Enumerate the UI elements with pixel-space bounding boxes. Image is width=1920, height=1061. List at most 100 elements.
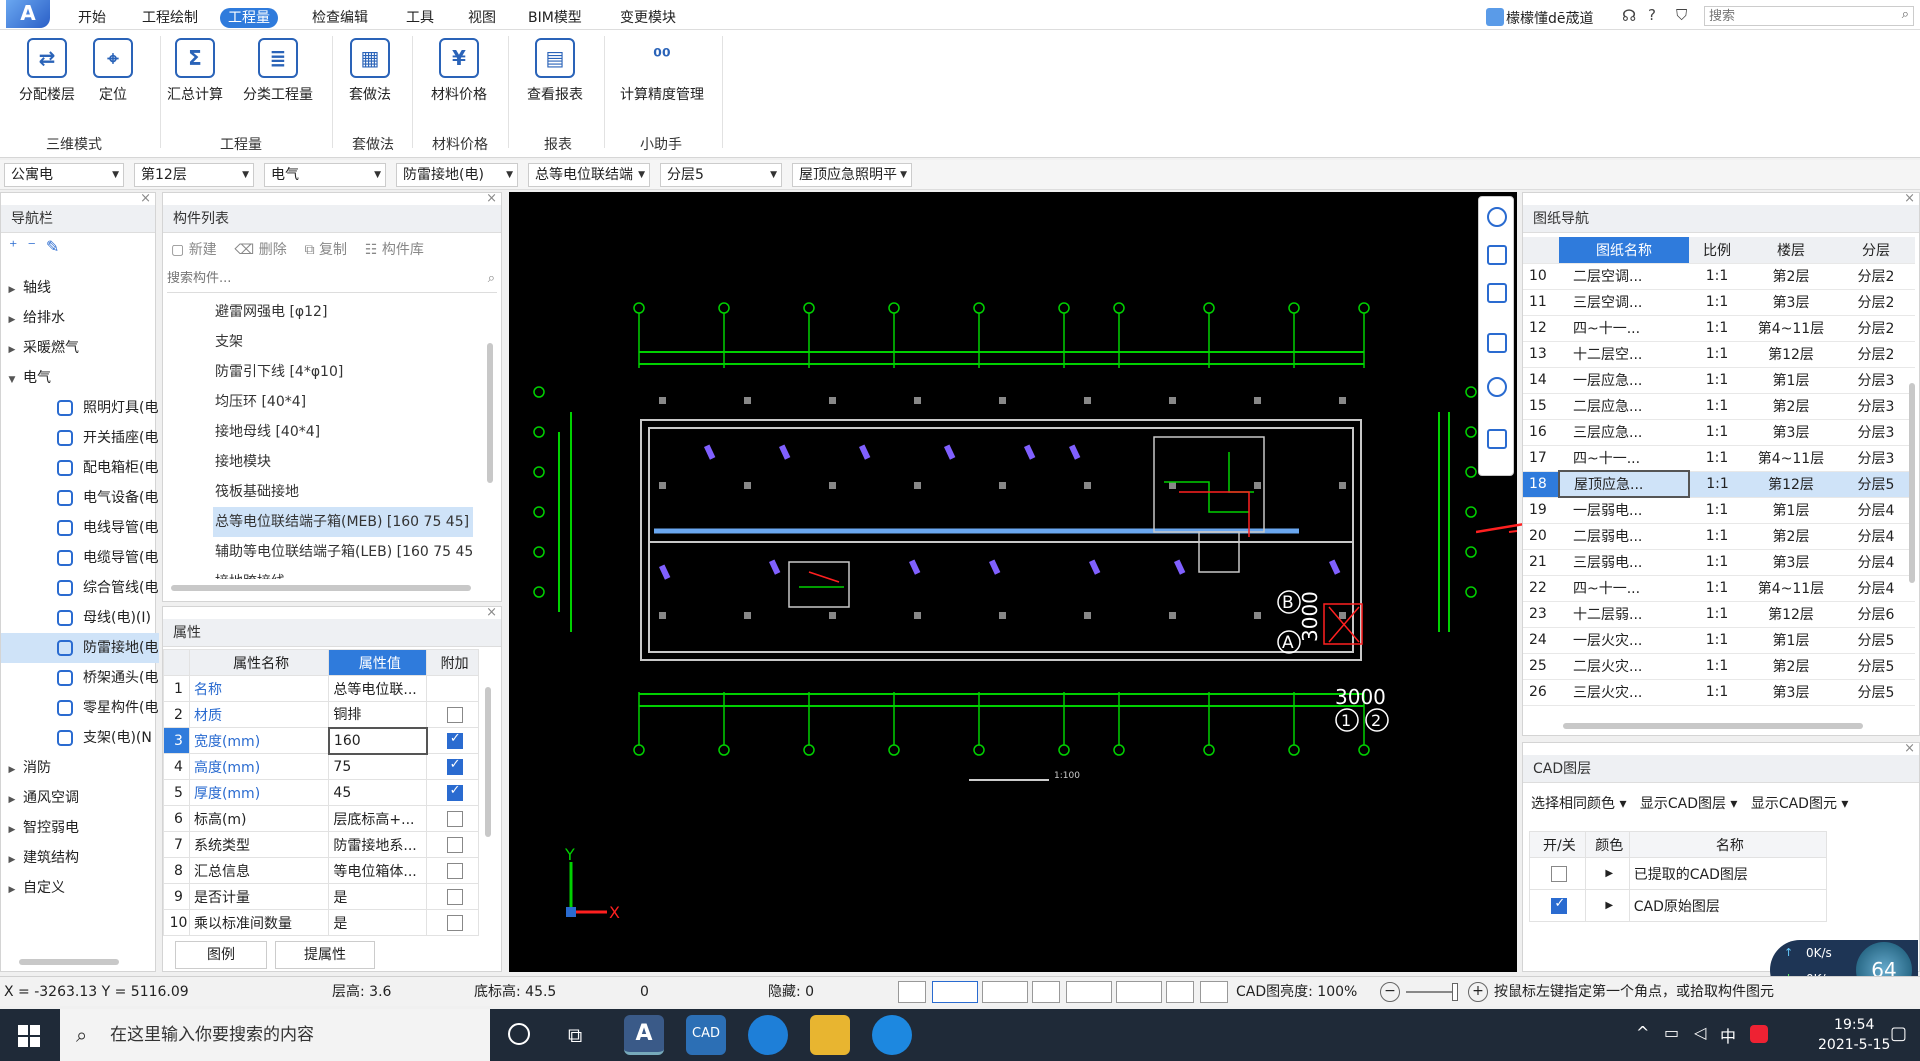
property-row[interactable]: 2 材质 铜排	[163, 701, 479, 728]
taskbar-clock[interactable]: 19:54 2021-5-15	[1818, 1015, 1890, 1055]
component-item[interactable]: 总等电位联结端子箱(MEB) [160 75 45]	[213, 507, 474, 537]
nav-item[interactable]: ▶ 智控弱电	[1, 813, 79, 843]
drawing-name[interactable]: 二层应急...	[1559, 393, 1689, 420]
select-mode-toggle[interactable]	[932, 981, 978, 1003]
orbit-icon[interactable]	[1487, 207, 1507, 227]
cad-layer-expand-icon[interactable]: ▶	[1584, 857, 1630, 890]
drawing-row[interactable]: 11 三层空调... 1:1 第3层 分层2	[1523, 289, 1915, 316]
sogou-icon[interactable]	[1750, 1025, 1768, 1043]
drawing-name[interactable]: 屋顶应急...	[1558, 470, 1690, 498]
help-icon[interactable]: ?	[1648, 6, 1656, 24]
search-icon[interactable]: ⌕	[1902, 7, 1909, 22]
nav-item-axis[interactable]: ▶ 轴线	[1, 273, 51, 303]
tray-chevron-icon[interactable]: ^	[1636, 1023, 1649, 1042]
extra-checkbox[interactable]	[446, 836, 463, 853]
3d-toggle[interactable]	[982, 981, 1028, 1003]
cad-close-icon[interactable]: ×	[1904, 741, 1915, 756]
property-extra[interactable]	[426, 701, 479, 728]
drawing-name[interactable]: 二层火灾...	[1559, 653, 1689, 680]
nav-item[interactable]: ▶ 自定义	[1, 873, 65, 903]
menu-draw[interactable]: 工程绘制	[134, 8, 206, 28]
nav-sub-item[interactable]: 电缆导管(电	[1, 543, 159, 573]
component-search[interactable]: ⌕	[167, 271, 497, 293]
drawing-row[interactable]: 23 十二层弱... 1:1 第12层 分层6	[1523, 601, 1915, 628]
headset-icon[interactable]: ☊	[1622, 6, 1636, 25]
property-value[interactable]: 等电位箱体...	[328, 857, 428, 884]
drawing-row[interactable]: 17 四~十一... 1:1 第4~11层 分层3	[1523, 445, 1915, 472]
library-button[interactable]: ☷ 构件库	[365, 242, 424, 258]
cube-view-icon[interactable]	[1487, 333, 1507, 353]
drawing-col-layer[interactable]: 分层	[1837, 237, 1915, 264]
property-value[interactable]: 45	[328, 779, 428, 806]
component-item[interactable]: 筏板基础接地	[215, 477, 299, 507]
drawing-row[interactable]: 19 一层弱电... 1:1 第1层 分层4	[1523, 497, 1915, 524]
apply-method-button[interactable]: ▦ 套做法	[342, 38, 398, 104]
display-toggle[interactable]	[1166, 981, 1194, 1003]
expand-icon[interactable]: ⁺	[9, 237, 27, 256]
user-name[interactable]: 檬檬懂dē荿道	[1506, 8, 1594, 28]
drawing-row[interactable]: 21 三层弱电... 1:1 第3层 分层4	[1523, 549, 1915, 576]
nav-sub-item[interactable]: 母线(电)(I)	[1, 603, 159, 633]
extra-checkbox[interactable]	[446, 914, 463, 931]
distribute-floor-button[interactable]: ⇄ 分配楼层	[14, 38, 80, 104]
discipline-select[interactable]: 电气 ▼	[264, 163, 386, 187]
notification-icon[interactable]: ▢	[1890, 1023, 1907, 1044]
nav-item-electrical[interactable]: ▼ 电气	[1, 363, 51, 393]
search-box[interactable]: ⌕	[1704, 6, 1914, 26]
drawing-name[interactable]: 一层弱电...	[1559, 497, 1689, 524]
app-logo-icon[interactable]: A	[6, 0, 50, 28]
curve-toggle[interactable]	[1200, 981, 1228, 1003]
nav-sub-item[interactable]: 开关插座(电	[1, 423, 159, 453]
drawing-col-scale[interactable]: 比例	[1689, 237, 1745, 264]
file-explorer-icon[interactable]	[810, 1015, 850, 1055]
nav-sub-item[interactable]: 电线导管(电	[1, 513, 159, 543]
view-report-button[interactable]: ▤ 查看报表	[522, 38, 588, 104]
nav-sub-item[interactable]: 防雷接地(电	[1, 633, 159, 663]
drawing-name[interactable]: 十二层空...	[1559, 341, 1689, 368]
property-value[interactable]: 铜排	[328, 701, 428, 728]
ime-indicator[interactable]: 中	[1720, 1023, 1736, 1047]
menu-tools[interactable]: 工具	[398, 8, 442, 28]
component-item[interactable]: 均压环 [40*4]	[215, 387, 306, 417]
show-cad-element-button[interactable]: 显示CAD图元 ▾	[1751, 796, 1849, 812]
copy-button[interactable]: ⧉ 复制	[305, 242, 347, 258]
drawing-row[interactable]: 15 二层应急... 1:1 第2层 分层3	[1523, 393, 1915, 420]
cad-layer-toggle[interactable]	[1529, 857, 1586, 890]
nav-scrollbar[interactable]	[19, 959, 119, 965]
drawing-row[interactable]: 25 二层火灾... 1:1 第2层 分层5	[1523, 653, 1915, 680]
nav-item[interactable]: ▶ 通风空调	[1, 783, 79, 813]
component-item[interactable]: 支架	[215, 327, 243, 357]
menu-bim[interactable]: BIM模型	[520, 8, 590, 28]
property-row[interactable]: 6 标高(m) 层底标高+...	[163, 805, 479, 832]
component-search-icon[interactable]: ⌕	[488, 271, 495, 286]
extra-checkbox[interactable]	[446, 810, 463, 827]
extra-checkbox[interactable]	[446, 757, 463, 775]
classify-quantity-button[interactable]: ≣ 分类工程量	[238, 38, 318, 104]
drawing-row[interactable]: 26 三层火灾... 1:1 第3层 分层5	[1523, 679, 1915, 706]
extra-checkbox[interactable]	[446, 731, 463, 749]
component-hscrollbar[interactable]	[171, 585, 471, 591]
property-value[interactable]: 75	[328, 753, 428, 780]
project-select[interactable]: 公寓电 ▼	[4, 163, 124, 187]
app-cad-icon[interactable]: CAD	[686, 1015, 726, 1055]
prop-col-value[interactable]: 属性值	[328, 649, 428, 676]
drawing-name[interactable]: 四~十一...	[1559, 315, 1689, 342]
drawing-name[interactable]: 四~十一...	[1559, 445, 1689, 472]
property-extra[interactable]	[426, 779, 479, 806]
layer-select[interactable]: 分层5 ▼	[660, 163, 782, 187]
ortho-toggle[interactable]	[898, 981, 926, 1003]
cad-layer-expand-icon[interactable]: ▶	[1584, 889, 1630, 922]
shirt-icon[interactable]: ⛉	[1676, 6, 1687, 24]
drawing-name[interactable]: 三层空调...	[1559, 289, 1689, 316]
drawing-name[interactable]: 一层应急...	[1559, 367, 1689, 394]
property-extra[interactable]	[426, 675, 479, 702]
brightness-slider-thumb[interactable]	[1452, 983, 1458, 1001]
property-row[interactable]: 3 宽度(mm) 160	[163, 726, 479, 755]
drawing-row[interactable]: 14 一层应急... 1:1 第1层 分层3	[1523, 367, 1915, 394]
layer-checkbox[interactable]	[1551, 865, 1568, 882]
nav-sub-item[interactable]: 综合管线(电	[1, 573, 159, 603]
property-value[interactable]: 160	[327, 726, 428, 755]
property-value[interactable]: 是	[328, 909, 428, 936]
drawing-name[interactable]: 三层火灾...	[1559, 679, 1689, 706]
delete-button[interactable]: ⌫ 删除	[235, 242, 287, 258]
